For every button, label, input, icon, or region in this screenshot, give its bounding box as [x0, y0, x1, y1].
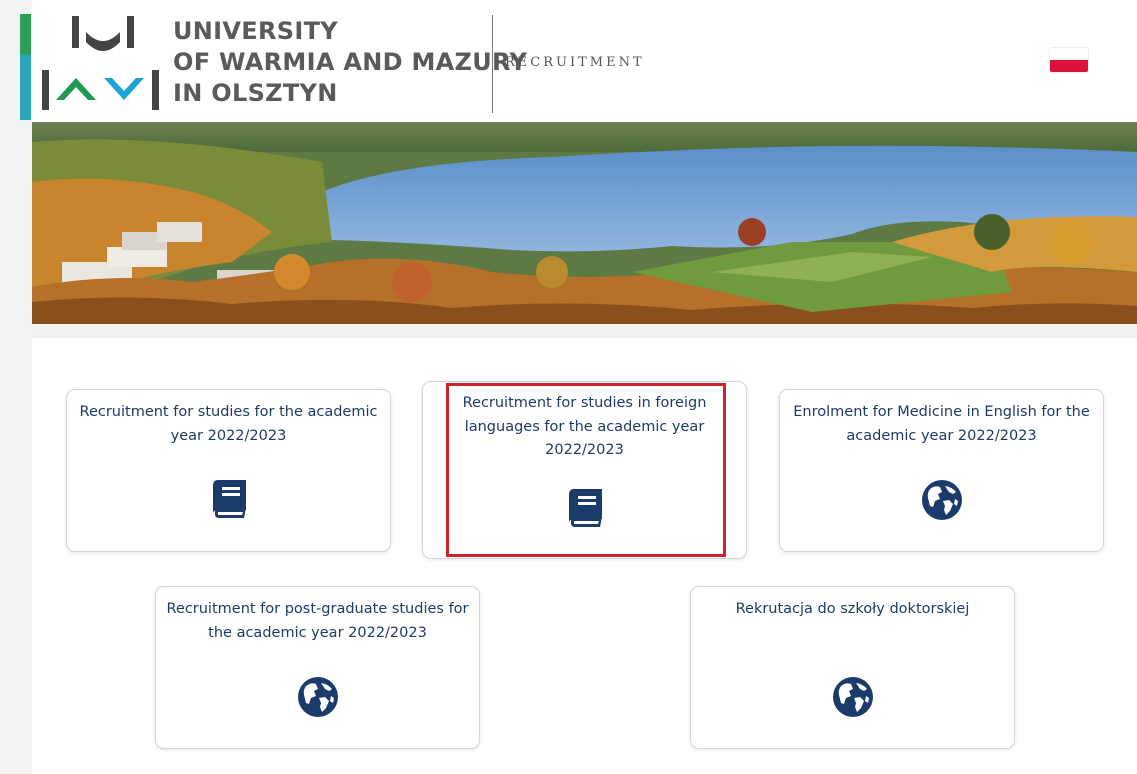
brand-accent-bar	[20, 14, 31, 120]
campus-lake-banner	[32, 122, 1137, 324]
university-name-line-2: OF WARMIA AND MAZURY	[173, 48, 528, 76]
language-flag-icon[interactable]	[1050, 48, 1088, 72]
university-name-line-1: UNIVERSITY	[173, 17, 338, 45]
card-title: Recruitment for post-graduate studies fo…	[166, 601, 469, 641]
card-recruitment-post-graduate[interactable]: Recruitment for post-graduate studies fo…	[155, 586, 480, 749]
globe-icon	[832, 677, 873, 717]
card-enrolment-medicine-english[interactable]: Enrolment for Medicine in English for th…	[779, 389, 1104, 552]
book-icon	[568, 489, 602, 527]
banner-bottom-band	[32, 324, 1137, 338]
university-logo[interactable]	[38, 12, 164, 118]
card-title: Rekrutacja do szkoły doktorskiej	[735, 601, 970, 617]
card-title: Enrolment for Medicine in English for th…	[793, 404, 1090, 444]
card-doctoral-school[interactable]: Rekrutacja do szkoły doktorskiej	[690, 586, 1015, 749]
card-recruitment-studies[interactable]: Recruitment for studies for the academic…	[66, 389, 391, 552]
section-label: RECRUITMENT	[505, 55, 645, 70]
globe-icon	[921, 480, 962, 520]
globe-icon	[297, 677, 338, 717]
card-title: Recruitment for studies in foreign langu…	[462, 395, 707, 458]
page: UNIVERSITY OF WARMIA AND MAZURY IN OLSZT…	[0, 0, 1137, 774]
book-icon	[212, 480, 246, 518]
university-name: UNIVERSITY OF WARMIA AND MAZURY IN OLSZT…	[173, 16, 527, 109]
card-title: Recruitment for studies for the academic…	[79, 404, 378, 444]
card-recruitment-foreign-languages[interactable]: Recruitment for studies in foreign langu…	[422, 381, 747, 559]
university-name-line-3: IN OLSZTYN	[173, 79, 338, 107]
header-divider	[492, 15, 493, 113]
